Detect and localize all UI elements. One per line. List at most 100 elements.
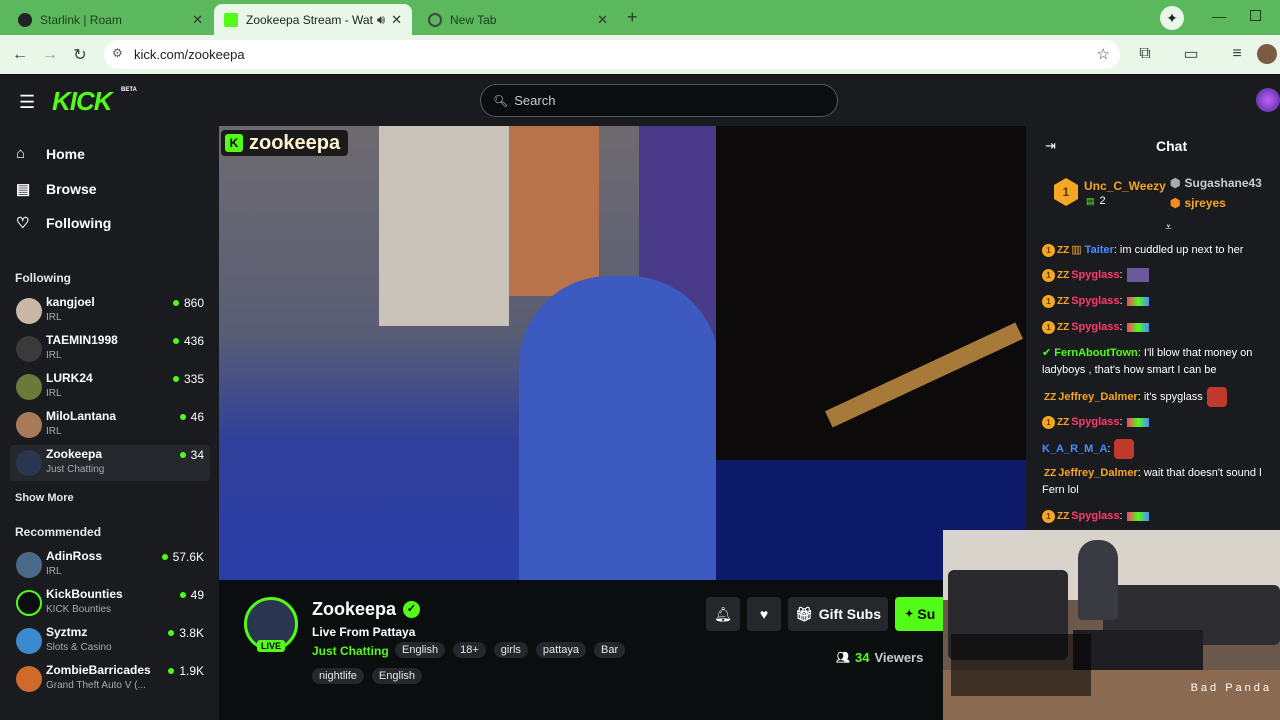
overlay-text: zookeepa	[249, 131, 341, 154]
user-avatar[interactable]	[1256, 88, 1280, 112]
pip-person	[1078, 540, 1118, 620]
media-controls-icon[interactable]: ≡	[1222, 39, 1252, 69]
channel-name: Syztmz	[46, 625, 88, 639]
chat-username[interactable]: Spyglass	[1071, 416, 1119, 428]
stream-category[interactable]: Just Chatting	[312, 644, 389, 658]
avatar	[16, 412, 42, 438]
follow-heart-icon[interactable]: ♥	[747, 597, 781, 631]
following-channel-kangjoel[interactable]: kangjoel IRL 860	[10, 293, 210, 329]
sub-badge-icon: 1	[1042, 509, 1055, 523]
close-tab-icon[interactable]: ✕	[597, 12, 608, 28]
browser-tab-active[interactable]: Zookeepa Stream - Watch l 🔊︎ ✕	[214, 4, 412, 35]
leaderboard-user[interactable]: Unc_C_Weezy	[1084, 179, 1166, 193]
viewer-count: 436	[172, 334, 204, 348]
chat-username[interactable]: Spyglass	[1071, 321, 1119, 333]
tag[interactable]: English	[395, 642, 446, 658]
leaderboard-user[interactable]: ⬢ Sugashane43	[1170, 176, 1262, 190]
menu-icon[interactable]: ☰	[19, 92, 35, 113]
search-input[interactable]: 🔍︎ Search	[480, 84, 838, 117]
browser-tab[interactable]: Starlink | Roam ✕	[8, 4, 213, 35]
chat-username[interactable]: FernAboutTown	[1054, 347, 1138, 359]
sub-badge-icon: 1	[1042, 268, 1055, 282]
browser-toolbar: ← → ↻ ⚙ kick.com/zookeepa ☆ ⧉ ▭ ≡	[0, 35, 1280, 74]
nav-following[interactable]: ♡ Following	[16, 214, 111, 232]
close-tab-icon[interactable]: ✕	[391, 12, 402, 28]
following-channel-taemin1998[interactable]: TAEMIN1998 IRL 436	[10, 331, 210, 367]
pip-watermark: Bad Panda	[1190, 682, 1272, 694]
cast-icon[interactable]: ▭	[1176, 39, 1206, 69]
tag[interactable]: English	[371, 668, 422, 684]
bookmark-star-icon[interactable]: ☆	[1097, 45, 1110, 63]
guitar-feed	[716, 126, 1026, 460]
channel-category: IRL	[46, 350, 62, 361]
tag[interactable]: Bar	[594, 642, 626, 658]
nav-browse[interactable]: ▤ Browse	[16, 180, 97, 198]
subscribe-button[interactable]: ✦ Su	[895, 597, 943, 631]
reload-icon[interactable]: ↻	[65, 40, 95, 70]
tags-row: nightlife English	[312, 668, 422, 684]
following-channel-zookeepa[interactable]: Zookeepa Just Chatting 34	[10, 445, 210, 481]
kick-logo[interactable]: KICK	[52, 86, 113, 117]
channel-category: IRL	[46, 426, 62, 437]
pip-table	[1073, 630, 1203, 670]
avatar	[16, 450, 42, 476]
extensions-icon[interactable]: ⧉	[1130, 39, 1160, 69]
chat-username[interactable]: Taiter	[1085, 244, 1114, 256]
emote-icon	[1126, 268, 1149, 283]
new-tab-button[interactable]: +	[627, 7, 638, 28]
live-dot-icon	[172, 300, 179, 306]
following-channel-milolantana[interactable]: MiloLantana IRL 46	[10, 407, 210, 443]
leaderboard-user[interactable]: ⬢ sjreyes	[1170, 196, 1226, 210]
close-tab-icon[interactable]: ✕	[192, 12, 203, 28]
minimize-icon[interactable]: —	[1212, 8, 1226, 24]
maximize-icon[interactable]	[1250, 10, 1261, 21]
chat-username[interactable]: Jeffrey_Dalmer	[1058, 391, 1138, 403]
browser-tab[interactable]: New Tab ✕	[418, 4, 618, 35]
recommended-heading: Recommended	[15, 525, 102, 539]
viewer-count: 49	[179, 588, 204, 602]
address-bar[interactable]: ⚙ kick.com/zookeepa ☆	[104, 40, 1120, 69]
video-player[interactable]: K zookeepa	[219, 126, 1026, 580]
tag[interactable]: nightlife	[312, 668, 364, 684]
chat-text: :	[1119, 269, 1123, 281]
chat-username[interactable]: K_A_R_M_A	[1042, 443, 1107, 455]
tag[interactable]: 18+	[453, 642, 486, 658]
chat-username[interactable]: Spyglass	[1071, 510, 1119, 522]
tab-title: Starlink | Roam	[40, 12, 122, 27]
count-value: 2	[1099, 195, 1106, 207]
speaker-icon[interactable]: 🔊︎	[377, 12, 385, 28]
site-info-icon[interactable]: ⚙	[112, 46, 123, 60]
profile-avatar[interactable]	[1257, 44, 1277, 64]
expand-leaderboard-icon[interactable]: ⩡	[1165, 220, 1172, 235]
notification-bell-icon[interactable]: 🔔︎	[706, 597, 740, 631]
recommended-channel-syztmz[interactable]: Syztmz Slots & Casino 3.8K	[10, 623, 210, 659]
back-icon[interactable]: ←	[5, 40, 35, 70]
nav-home[interactable]: ⌂ Home	[16, 145, 85, 162]
collapse-chat-icon[interactable]: ⇥	[1045, 138, 1056, 154]
gemini-icon[interactable]: ✦	[1160, 6, 1184, 30]
chat-message: ZZ Jeffrey_Dalmer: wait that doesn't soun…	[1042, 465, 1280, 499]
tab-title: Zookeepa Stream - Watch l	[246, 12, 373, 27]
channel-category: Slots & Casino	[46, 642, 112, 653]
gift-subs-button[interactable]: 🎁︎ Gift Subs	[788, 597, 888, 631]
recommended-channel-kickbounties[interactable]: KickBounties KICK Bounties 49	[10, 585, 210, 621]
recommended-channel-zombiebarricades[interactable]: ZombieBarricades Grand Theft Auto V (...…	[10, 661, 210, 697]
show-more-button[interactable]: Show More	[15, 492, 74, 504]
tag[interactable]: pattaya	[535, 642, 587, 658]
channel-name: TAEMIN1998	[46, 333, 118, 347]
channel-title[interactable]: Zookeepa ✓	[312, 599, 421, 620]
tag[interactable]: girls	[493, 642, 528, 658]
chat-message: 1 ZZ Spyglass:	[1042, 508, 1280, 525]
chat-username[interactable]: Spyglass	[1071, 269, 1119, 281]
following-channel-lurk24[interactable]: LURK24 IRL 335	[10, 369, 210, 405]
recommended-channel-adinross[interactable]: AdinRoss IRL 57.6K	[10, 547, 210, 583]
forward-icon[interactable]: →	[35, 40, 65, 70]
chat-username[interactable]: Spyglass	[1071, 295, 1119, 307]
viewer-count: 860	[172, 296, 204, 310]
chat-message: ✔ FernAboutTown: I'll blow that money on…	[1042, 345, 1280, 379]
chat-username[interactable]: Jeffrey_Dalmer	[1058, 467, 1138, 479]
chat-message: 1 ZZ ▥ Taiter: im cuddled up next to her	[1042, 242, 1280, 259]
heart-icon: ♡	[16, 215, 30, 232]
viewer-count-value: 860	[183, 296, 204, 310]
zz-badge-icon: ZZ	[1057, 270, 1070, 281]
